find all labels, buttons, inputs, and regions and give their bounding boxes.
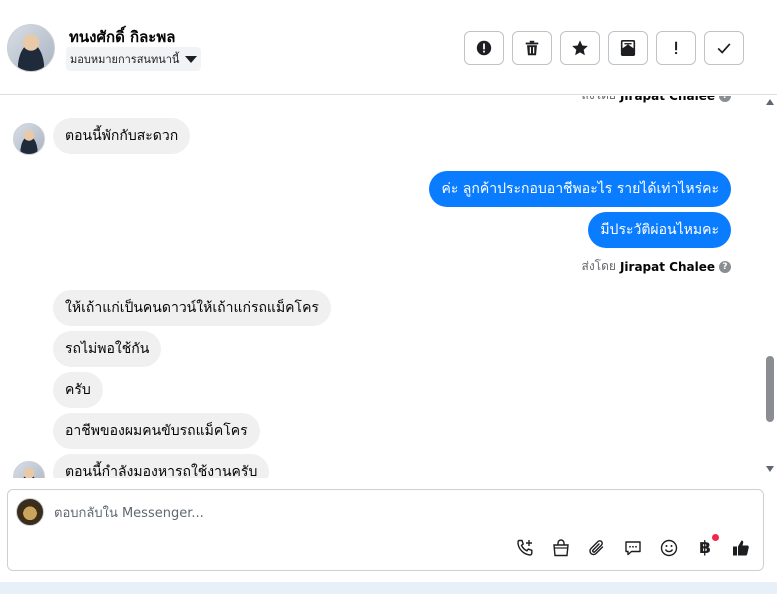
thread-scrollbar[interactable]: [763, 96, 777, 478]
trash-icon: [525, 40, 539, 56]
message-incoming[interactable]: อาชีพของผมคนขับรถแม็คโคร: [53, 413, 260, 449]
help-icon[interactable]: ?: [719, 260, 731, 273]
message-incoming[interactable]: รถไม่พอใช้กัน: [53, 331, 162, 367]
sent-by-prefix: ส่งโดย: [582, 96, 616, 105]
spam-button[interactable]: [464, 31, 504, 65]
alert-circle-icon: [476, 40, 492, 56]
thumbs-up-icon[interactable]: [729, 536, 753, 560]
scroll-down-arrow-icon[interactable]: [766, 466, 774, 472]
check-icon: [717, 43, 731, 54]
message-incoming[interactable]: ครับ: [53, 372, 103, 408]
sent-by-label: ส่งโดย Jirapat Chalee ?: [582, 96, 731, 105]
mark-done-button[interactable]: [704, 31, 744, 65]
scroll-up-arrow-icon[interactable]: [766, 99, 774, 105]
saved-reply-icon[interactable]: [621, 536, 645, 560]
mail-archive-icon: [620, 39, 636, 57]
message-incoming[interactable]: ตอนนี้กำลังมองหารถใช้งานครับ: [53, 454, 270, 478]
assign-conversation-dropdown[interactable]: มอบหมายการสนทนานี้: [66, 47, 202, 71]
star-button[interactable]: [560, 31, 600, 65]
call-icon[interactable]: [513, 536, 537, 560]
attachment-icon[interactable]: [585, 536, 609, 560]
follow-up-button[interactable]: [656, 31, 696, 65]
page-footer-strip: [0, 582, 777, 594]
message-incoming[interactable]: ตอนนี้พักกับสะดวก: [53, 118, 191, 154]
scrollbar-thumb[interactable]: [766, 356, 774, 422]
contact-name[interactable]: ทนงศักดิ์ กิละพล: [69, 25, 175, 49]
baht-glyph: ฿: [699, 538, 711, 558]
message-outgoing[interactable]: ค่ะ ลูกค้าประกอบอาชีพอะไร รายได้เท่าไหร่…: [429, 171, 731, 207]
reply-composer: ฿: [7, 489, 764, 571]
exclamation-icon: [675, 41, 678, 55]
sent-by-label: ส่งโดย Jirapat Chalee ?: [581, 257, 731, 276]
baht-payment-icon[interactable]: ฿: [693, 534, 719, 560]
conversation-header: ทนงศักดิ์ กิละพล มอบหมายการสนทนานี้: [0, 0, 777, 95]
reply-input[interactable]: [54, 502, 654, 524]
contact-avatar-small[interactable]: [13, 123, 45, 155]
assign-label: มอบหมายการสนทนานี้: [70, 53, 180, 66]
shopping-bag-icon[interactable]: [549, 536, 573, 560]
agent-name: Jirapat Chalee: [620, 96, 715, 103]
sent-by-prefix: ส่งโดย: [581, 259, 616, 273]
delete-button[interactable]: [512, 31, 552, 65]
message-outgoing[interactable]: มีประวัติผ่อนไหมคะ: [588, 212, 731, 248]
contact-avatar[interactable]: [7, 24, 55, 72]
message-thread[interactable]: ส่งโดย Jirapat Chalee ? ตอนนี้พักกับสะดว…: [0, 96, 777, 478]
contact-avatar-small[interactable]: [13, 461, 45, 478]
conversation-toolbar: [464, 31, 744, 65]
message-incoming[interactable]: ให้เถ้าแก่เป็นคนดาวน์ให้เถ้าแก่รถแม็คโคร: [53, 290, 331, 326]
notification-dot: [712, 534, 719, 541]
composer-toolbar: ฿: [513, 534, 753, 560]
archive-button[interactable]: [608, 31, 648, 65]
page-avatar: [16, 498, 44, 526]
star-icon: [572, 40, 588, 56]
emoji-icon[interactable]: [657, 536, 681, 560]
help-icon[interactable]: ?: [719, 96, 731, 102]
agent-name: Jirapat Chalee: [619, 259, 715, 274]
caret-down-icon: [185, 56, 198, 63]
